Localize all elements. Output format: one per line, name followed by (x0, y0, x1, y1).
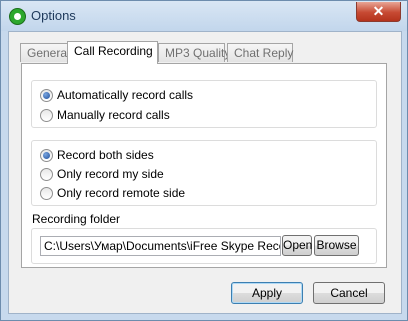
record-both-sides-label: Record both sides (57, 148, 154, 162)
title-bar: Options ✕ (1, 1, 407, 31)
record-mode-group: Automatically record calls Manually reco… (31, 80, 377, 128)
tab-general[interactable]: General (20, 43, 70, 62)
close-button[interactable]: ✕ (356, 2, 401, 22)
tab-chat-reply[interactable]: Chat Reply (227, 43, 293, 62)
tab-mp3-quality[interactable]: MP3 Quality (158, 43, 230, 62)
radio-unchecked-icon[interactable] (40, 108, 53, 122)
record-remote-side-label: Only record remote side (57, 186, 186, 200)
options-window: Options ✕ General Call Recording MP3 Qua… (0, 0, 408, 321)
open-folder-button[interactable]: Open (282, 235, 312, 256)
record-both-sides-option[interactable]: Record both sides (40, 146, 154, 164)
record-my-side-label: Only record my side (57, 167, 164, 181)
manual-record-option[interactable]: Manually record calls (40, 106, 170, 124)
auto-record-label: Automatically record calls (57, 88, 194, 102)
app-icon (9, 8, 26, 25)
record-my-side-option[interactable]: Only record my side (40, 165, 164, 183)
record-sides-group: Record both sides Only record my side On… (31, 140, 377, 206)
tab-call-recording[interactable]: Call Recording (67, 41, 158, 64)
record-remote-side-option[interactable]: Only record remote side (40, 184, 185, 202)
recording-folder-caption: Recording folder (32, 212, 121, 226)
call-recording-panel: Automatically record calls Manually reco… (21, 63, 387, 268)
radio-checked-icon[interactable] (40, 88, 53, 102)
apply-button[interactable]: Apply (231, 282, 303, 304)
cancel-button[interactable]: Cancel (313, 282, 385, 304)
radio-unchecked-icon[interactable] (40, 186, 53, 200)
browse-folder-button[interactable]: Browse (314, 235, 359, 256)
recording-folder-path-field[interactable]: C:\Users\Умар\Documents\iFree Skype Reco… (40, 236, 281, 256)
recording-folder-group: C:\Users\Умар\Documents\iFree Skype Reco… (31, 228, 377, 264)
radio-checked-icon[interactable] (40, 148, 53, 162)
window-title: Options (31, 8, 76, 23)
dialog-client-area: General Call Recording MP3 Quality Chat … (8, 31, 402, 314)
manual-record-label: Manually record calls (57, 108, 170, 122)
auto-record-option[interactable]: Automatically record calls (40, 86, 193, 104)
radio-unchecked-icon[interactable] (40, 167, 53, 181)
